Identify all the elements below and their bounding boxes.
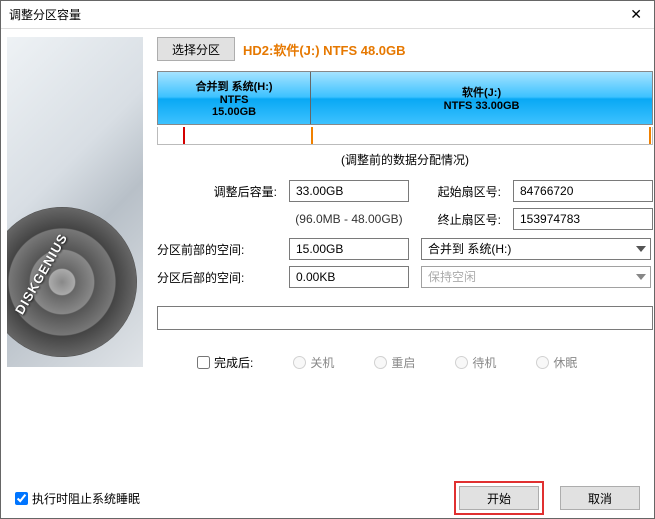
close-icon[interactable]: ✕ — [626, 6, 646, 23]
label-prevent-sleep: 执行时阻止系统睡眠 — [32, 490, 140, 507]
status-caption: (调整前的数据分配情况) — [157, 151, 653, 168]
select-keep-free[interactable]: 保持空闲 — [421, 266, 651, 288]
start-highlight: 开始 — [454, 481, 544, 515]
label-after-size: 调整后容量: — [157, 183, 277, 200]
main-panel: 选择分区 HD2:软件(J:) NTFS 48.0GB 合并到 系统(H:) N… — [149, 29, 655, 478]
radio-reboot — [374, 356, 387, 369]
window-title: 调整分区容量 — [9, 6, 81, 23]
cancel-button[interactable]: 取消 — [560, 486, 640, 510]
label-space-before: 分区前部的空间: — [157, 241, 277, 258]
range-hint: (96.0MB - 48.00GB) — [289, 212, 409, 226]
label-hibernate: 休眠 — [553, 354, 577, 371]
brand-graphic: DISKGENIUS — [7, 37, 143, 367]
sidebar: DISKGENIUS — [1, 29, 149, 478]
label-end-sector: 终止扇区号: — [421, 211, 501, 228]
input-end-sector[interactable] — [513, 208, 653, 230]
label-shutdown: 关机 — [310, 354, 334, 371]
label-standby: 待机 — [472, 354, 496, 371]
after-complete-options: 完成后: 关机 重启 待机 休眠 — [157, 354, 653, 371]
radio-standby — [455, 356, 468, 369]
start-button[interactable]: 开始 — [459, 486, 539, 510]
footer: 执行时阻止系统睡眠 开始 取消 — [1, 478, 654, 518]
content-area: DISKGENIUS 选择分区 HD2:软件(J:) NTFS 48.0GB 合… — [1, 29, 654, 478]
partition-bar-target[interactable]: 软件(J:) NTFS 33.00GB — [311, 72, 652, 124]
input-after-size[interactable] — [289, 180, 409, 202]
checkbox-prevent-sleep[interactable] — [15, 492, 28, 505]
select-merge-target[interactable]: 合并到 系统(H:) — [421, 238, 651, 260]
radio-hibernate — [536, 356, 549, 369]
partition-bar[interactable]: 合并到 系统(H:) NTFS 15.00GB 软件(J:) NTFS 33.0… — [157, 71, 653, 125]
checkbox-on-complete[interactable] — [197, 356, 210, 369]
progress-bar — [157, 306, 653, 330]
partition-ruler — [157, 127, 653, 145]
label-reboot: 重启 — [391, 354, 415, 371]
select-partition-button[interactable]: 选择分区 — [157, 37, 235, 61]
titlebar: 调整分区容量 ✕ — [1, 1, 654, 29]
input-start-sector[interactable] — [513, 180, 653, 202]
input-space-after[interactable] — [289, 266, 409, 288]
partition-bar-merge[interactable]: 合并到 系统(H:) NTFS 15.00GB — [158, 72, 311, 124]
input-space-before[interactable] — [289, 238, 409, 260]
partition-info: HD2:软件(J:) NTFS 48.0GB — [243, 40, 406, 59]
radio-shutdown — [293, 356, 306, 369]
label-start-sector: 起始扇区号: — [421, 183, 501, 200]
label-space-after: 分区后部的空间: — [157, 269, 277, 286]
label-on-complete: 完成后: — [214, 354, 253, 371]
